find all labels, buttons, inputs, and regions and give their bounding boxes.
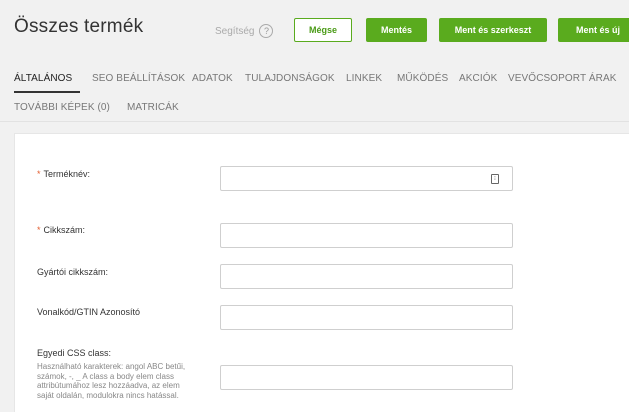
help-link[interactable]: Segítség ? xyxy=(215,24,274,38)
required-marker: * xyxy=(37,169,41,179)
tab-seo-settings[interactable]: SEO BEÁLLÍTÁSOK xyxy=(92,73,185,84)
tab-stickers[interactable]: MATRICÁK xyxy=(127,102,179,113)
active-tab-indicator xyxy=(14,91,80,93)
manufacturer-sku-label: Gyártói cikkszám: xyxy=(37,267,109,277)
tab-data[interactable]: ADATOK xyxy=(192,73,233,84)
save-and-edit-button[interactable]: Ment és szerkeszt xyxy=(439,18,547,42)
tab-discounts[interactable]: AKCIÓK xyxy=(459,73,497,84)
css-class-hint: Használható karakterek: angol ABC betűi,… xyxy=(37,362,186,400)
question-icon: ? xyxy=(259,24,274,38)
tab-properties[interactable]: TULAJDONSÁGOK xyxy=(245,73,335,84)
general-form: * Terméknév: ⁝ * Cikkszám: Gyártói cikkszá… xyxy=(14,133,629,412)
help-label: Segítség xyxy=(215,25,255,37)
tab-general[interactable]: ÁLTALÁNOS xyxy=(14,73,72,84)
css-class-input[interactable] xyxy=(220,365,513,390)
save-and-new-button[interactable]: Ment és új xyxy=(558,18,629,42)
tab-operation[interactable]: MŰKÖDÉS xyxy=(397,73,448,84)
barcode-input[interactable] xyxy=(220,305,513,330)
manufacturer-sku-input[interactable] xyxy=(220,264,513,289)
page-title: Összes termék xyxy=(14,16,144,37)
product-edit-page: Összes termék Segítség ? Mégse Mentés Me… xyxy=(0,0,629,412)
tab-customer-group-prices[interactable]: VEVŐCSOPORT ÁRAK xyxy=(508,73,617,84)
barcode-label: Vonalkód/GTIN Azonosító xyxy=(37,307,141,317)
required-marker: * xyxy=(37,225,41,235)
product-name-input[interactable]: ⁝ xyxy=(220,166,513,191)
product-name-label: * Terméknév: xyxy=(37,169,91,179)
tab-bar: ÁLTALÁNOS SEO BEÁLLÍTÁSOK ADATOK TULAJDO… xyxy=(0,62,629,122)
tab-links[interactable]: LINKEK xyxy=(346,73,382,84)
cancel-button[interactable]: Mégse xyxy=(294,18,352,42)
save-button[interactable]: Mentés xyxy=(366,18,427,42)
sku-input[interactable] xyxy=(220,223,513,248)
language-icon[interactable]: ⁝ xyxy=(491,174,499,184)
css-class-label: Egyedi CSS class: xyxy=(37,348,112,358)
tab-more-images[interactable]: TOVÁBBI KÉPEK (0) xyxy=(14,102,110,113)
sku-label: * Cikkszám: xyxy=(37,225,86,235)
